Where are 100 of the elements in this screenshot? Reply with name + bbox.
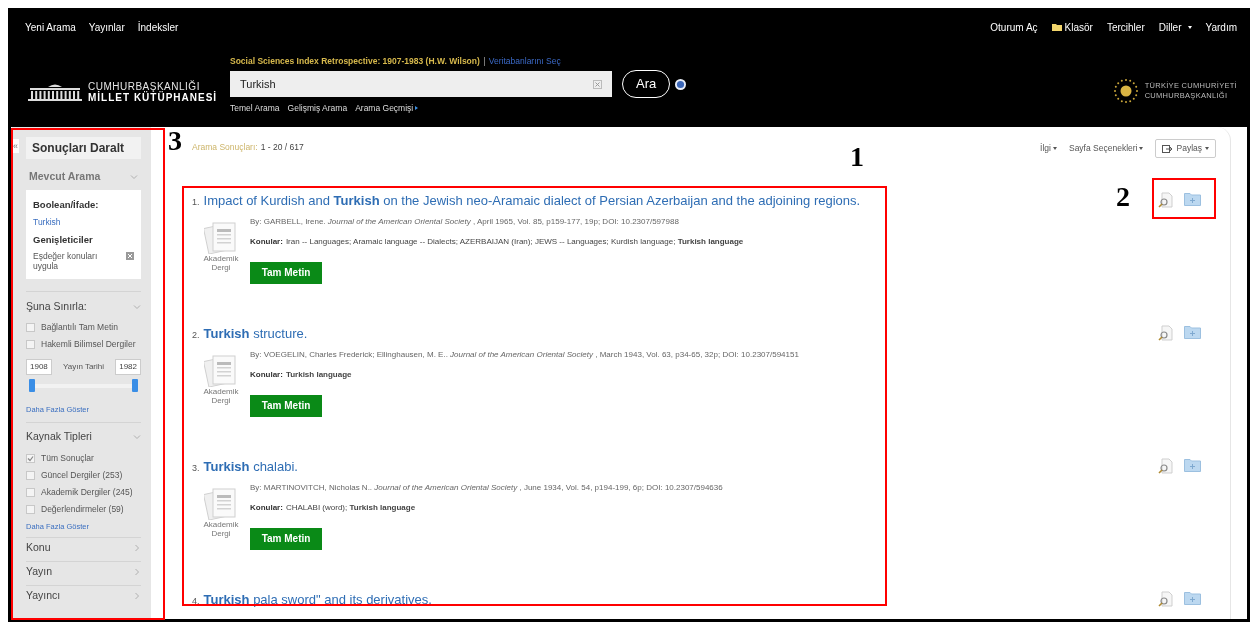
database-name: Social Sciences Index Retrospective: 1907-1983 (H.W. Wilson)	[230, 54, 480, 68]
document-type: Akademik Dergi	[202, 386, 240, 405]
search-button[interactable]: Ara	[622, 70, 671, 98]
result-number: 4.	[192, 595, 200, 608]
database-link[interactable]: Veritabanlarını Seç	[488, 54, 561, 68]
checkbox[interactable]	[26, 453, 35, 463]
preview-icon[interactable]	[1158, 591, 1174, 607]
result-title-link[interactable]: Turkish pala sword" and its derivatives.	[203, 590, 432, 610]
annotation-number: 1	[850, 142, 864, 172]
nav-link[interactable]: Tercihler	[1106, 19, 1145, 35]
result-title-link[interactable]: Turkish structure.	[203, 324, 308, 344]
add-to-folder-icon[interactable]	[1184, 458, 1201, 472]
subjects-text: CHALABI (word); Turkish language	[285, 501, 416, 514]
checkbox-label: Tüm Sonuçlar	[41, 451, 94, 465]
section-title[interactable]: Mevcut Arama	[29, 169, 101, 185]
search-mode-link[interactable]: Arama Geçmişi	[355, 102, 419, 115]
chevron-down-icon[interactable]	[130, 173, 138, 181]
add-to-folder-icon[interactable]	[1184, 192, 1201, 206]
subjects-text: Iran -- Languages; Aramaic language -- Dialects; AZERBAIJAN (Iran); JEWS -- Languages; Kurdish language; Turkish language	[285, 235, 744, 248]
search-mode-link[interactable]: Temel Arama	[230, 102, 280, 115]
preview-icon[interactable]	[1158, 458, 1174, 474]
expander-text: Eşdeğer konuları uygula	[33, 251, 99, 272]
nav-link[interactable]: Yeni Arama	[25, 19, 76, 35]
remove-icon[interactable]	[126, 252, 134, 261]
nav-link[interactable]: Oturum Aç	[990, 19, 1038, 35]
checkbox[interactable]	[26, 487, 35, 497]
facet-title[interactable]: Yayıncı	[26, 587, 61, 604]
result-byline: By: MARTINOVITCH, Nicholas N.. Journal of the American Oriental Society , June 1934, Vol. 54, p194-199, 6p; DOI: 10.2307/594636	[250, 481, 723, 494]
journal-icon	[204, 485, 238, 520]
add-to-folder-icon[interactable]	[1184, 591, 1201, 605]
checkbox-label: Güncel Dergiler (253)	[41, 468, 123, 482]
nav-link[interactable]: Klasör	[1051, 19, 1093, 35]
chevron-right-icon[interactable]	[133, 591, 141, 600]
result-number: 2.	[192, 329, 200, 342]
subjects-label: Konular:	[250, 235, 283, 248]
annotation-frame	[1152, 178, 1216, 219]
document-type: Akademik Dergi	[202, 253, 240, 272]
subjects-label: Konular:	[250, 501, 283, 514]
journal-icon	[204, 352, 238, 387]
section-title[interactable]: Şuna Sınırla:	[26, 299, 87, 316]
panel-title: Sonuçları Daralt	[26, 137, 141, 159]
result-number: 1.	[192, 196, 200, 209]
logo-text: MİLLET KÜTÜPHANESİ	[88, 92, 218, 103]
result-byline: By: VOEGELIN, Charles Frederick; Ellinghausen, M. E.. Journal of the American Oriental Society , March 1943, Vol. 63, p34-65, 32p; DOI: 10.2307/594151	[250, 348, 799, 361]
search-mode-link[interactable]: Gelişmiş Arama	[287, 102, 348, 115]
chevron-down-icon[interactable]	[133, 432, 141, 441]
slider-handle[interactable]	[29, 379, 35, 393]
year-field[interactable]: 1982	[115, 359, 141, 376]
search-field[interactable]: Turkish	[230, 71, 612, 97]
chevron-down-icon[interactable]	[133, 303, 141, 312]
result-number: 3.	[192, 462, 200, 475]
sort-dropdown[interactable]: İlgi	[1040, 142, 1057, 155]
preview-icon[interactable]	[1158, 325, 1174, 341]
checkbox[interactable]	[26, 504, 35, 514]
section-title[interactable]: Kaynak Tipleri	[26, 428, 92, 445]
results-count: 1 - 20 / 617	[260, 141, 304, 154]
slider-handle[interactable]	[132, 379, 138, 393]
checkbox[interactable]	[26, 340, 35, 350]
checkbox-label: Hakemli Bilimsel Dergiler	[41, 338, 136, 352]
result-title-link[interactable]: Turkish chalabi.	[203, 457, 298, 477]
year-field[interactable]: 1908	[26, 359, 52, 376]
result-byline: By: GARBELL, Irene. Journal of the American Oriental Society , April 1965, Vol. 85, p159-177, 19p; DOI: 10.2307/597988	[250, 215, 680, 228]
search-term-link[interactable]: Turkish	[33, 216, 134, 229]
nav-link[interactable]: Diller	[1158, 19, 1192, 35]
share-button[interactable]: Paylaş	[1155, 139, 1216, 158]
checkbox-label: Akademik Dergiler (245)	[41, 485, 133, 499]
checkbox[interactable]	[26, 470, 35, 480]
annotation-number: 2	[1116, 182, 1130, 212]
date-label: Yayın Tarihi	[62, 361, 105, 374]
nav-link[interactable]: İndeksler	[137, 19, 179, 35]
facet-title[interactable]: Yayın	[26, 563, 53, 580]
chevron-right-icon[interactable]	[133, 543, 141, 552]
page-options-dropdown[interactable]: Sayfa Seçenekleri	[1068, 142, 1144, 155]
preview-icon[interactable]	[1158, 192, 1174, 208]
full-text-button[interactable]: Tam Metin	[250, 527, 322, 550]
full-text-button[interactable]: Tam Metin	[250, 394, 322, 417]
folder-icon	[1051, 23, 1062, 31]
chevron-right-icon[interactable]	[133, 567, 141, 576]
nav-link[interactable]: Yardım	[1205, 19, 1237, 35]
logo-text: CUMHURBAŞKANLIĞI	[88, 81, 200, 92]
result-title-link[interactable]: Impact of Kurdish and Turkish on the Jewish neo-Aramaic dialect of Persian Azerbaijan and the adjoining regions.	[203, 191, 861, 211]
clear-icon[interactable]	[593, 79, 602, 89]
nav-link[interactable]: Yayınlar	[88, 19, 125, 35]
checkbox[interactable]	[26, 323, 35, 333]
journal-icon	[204, 219, 238, 254]
checkbox-label: Bağlantılı Tam Metin	[41, 321, 118, 335]
subjects-label: Konular:	[250, 368, 283, 381]
facet-title[interactable]: Konu	[26, 539, 51, 556]
checkbox-label: Değerlendirmeler (59)	[41, 502, 124, 516]
annotation-number: 3	[168, 126, 182, 156]
full-text-button[interactable]: Tam Metin	[250, 261, 322, 284]
help-icon[interactable]	[675, 78, 687, 90]
document-type: Akademik Dergi	[202, 519, 240, 538]
subjects-text: Turkish language	[285, 368, 352, 381]
emblem-icon	[1112, 78, 1139, 104]
share-icon	[1162, 144, 1174, 153]
collapse-tab[interactable]: «	[12, 139, 19, 153]
add-to-folder-icon[interactable]	[1184, 325, 1201, 339]
field-label: Genişleticiler	[33, 233, 94, 247]
building-icon	[28, 82, 82, 102]
